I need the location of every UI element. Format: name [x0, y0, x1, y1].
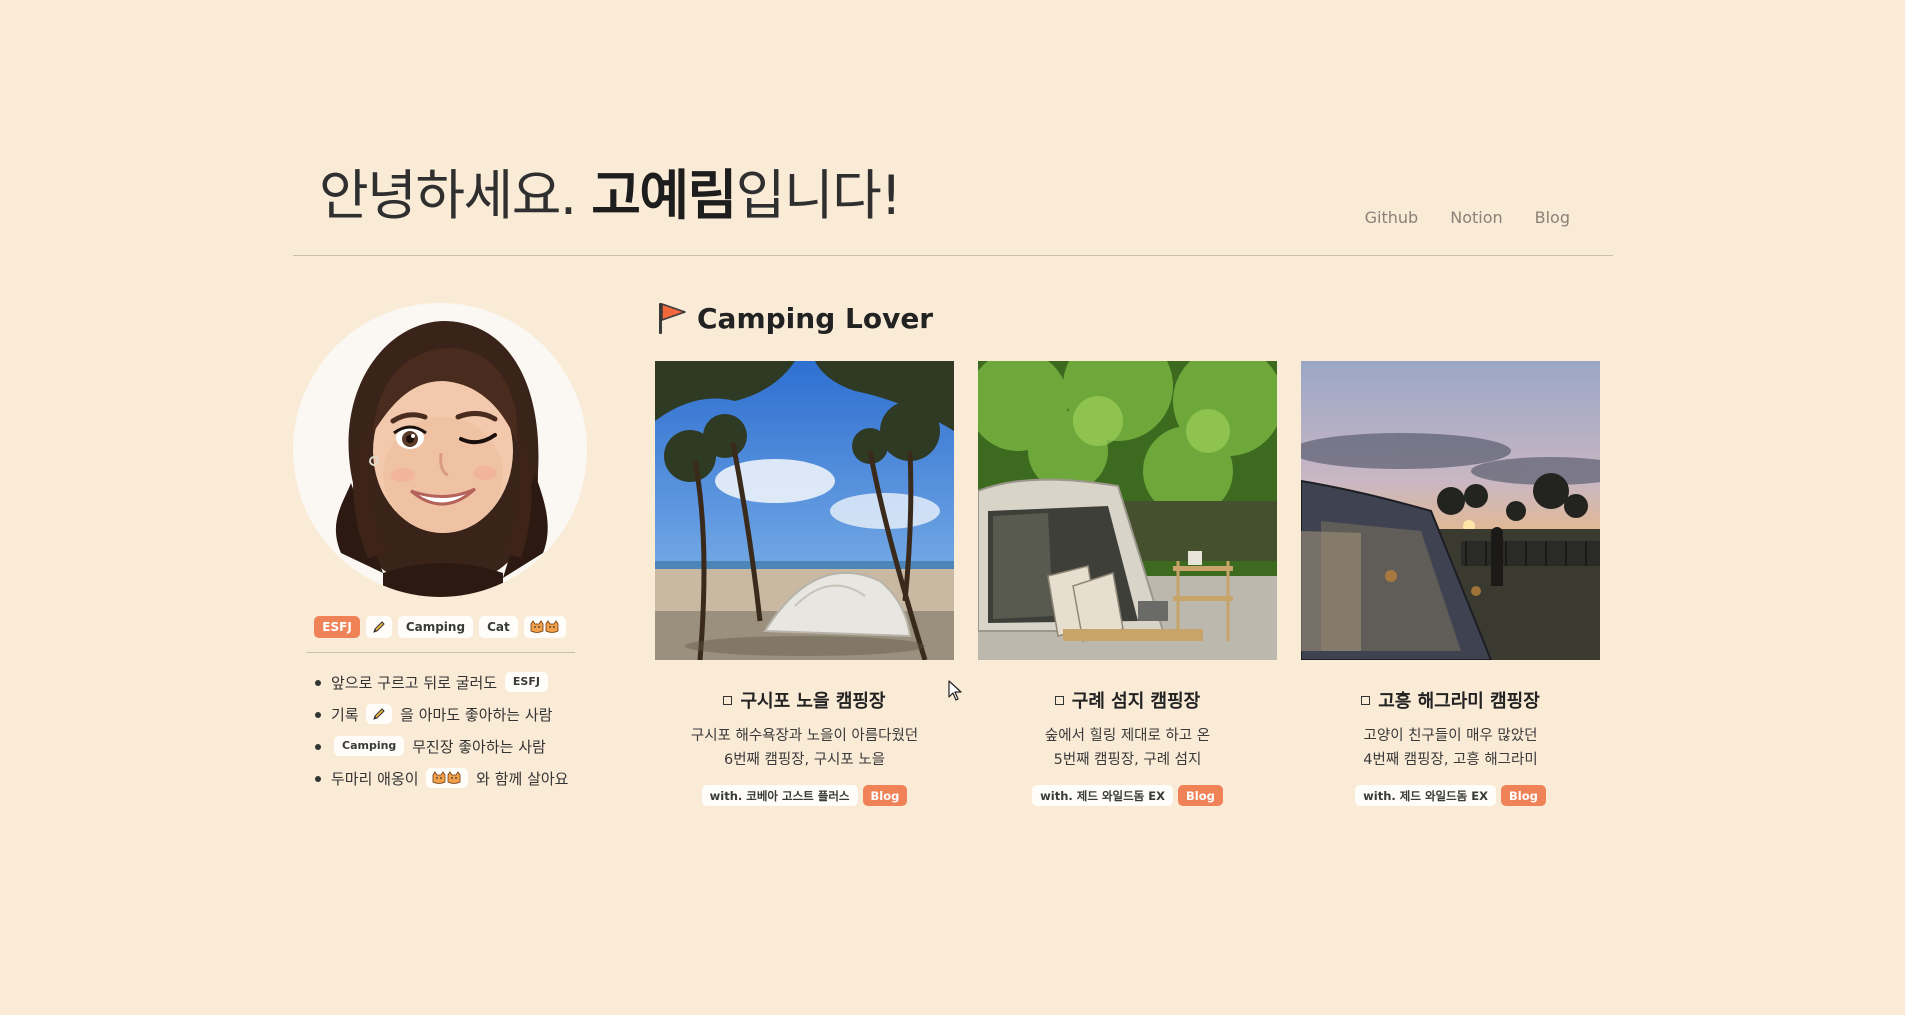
cats-icon — [523, 616, 566, 638]
blog-link[interactable]: Blog — [1501, 785, 1546, 806]
header-divider — [293, 255, 1613, 256]
card-title: 구시포 노을 캠핑장 — [655, 687, 954, 713]
square-icon — [1054, 695, 1064, 705]
camping-card: 구례 섬지 캠핑장 숲에서 힐링 제대로 하고 온 5번째 캠핑장, 구례 섬지… — [978, 361, 1277, 806]
card-description: 숲에서 힐링 제대로 하고 온 5번째 캠핑장, 구례 섬지 — [1044, 728, 1211, 768]
card-meta: with. 제드 와일드돔 EX Blog — [978, 785, 1277, 806]
tag-camping: Camping — [397, 616, 474, 638]
square-icon — [723, 695, 733, 705]
card-description: 고양이 친구들이 매우 많았던 4번째 캠핑장, 고흥 해그라미 — [1363, 728, 1538, 768]
list-item: Camping 무진장 좋아하는 사람 — [313, 731, 587, 763]
list-item: 앞으로 구르고 뒤로 굴러도 ESFJ — [313, 667, 587, 699]
cats-icon — [426, 767, 469, 788]
memoji-avatar — [335, 321, 548, 597]
card-description: 구시포 해수욕장과 노을이 아름다웠던 6번째 캠핑장, 구시포 노을 — [690, 728, 919, 768]
blog-link[interactable]: Blog — [862, 785, 908, 806]
photo-goheung[interactable] — [1301, 361, 1600, 660]
tag-esfj: ESFJ — [314, 616, 360, 638]
page-title: 안녕하세요. 고예림입니다! — [319, 164, 902, 227]
flag-icon — [659, 303, 686, 334]
camping-card: 고흥 해그라미 캠핑장 고양이 친구들이 매우 많았던 4번째 캠핑장, 고흥 … — [1301, 361, 1600, 806]
square-icon — [1361, 695, 1371, 705]
mouse-cursor-icon — [948, 680, 962, 701]
card-meta: with. 코베아 고스트 플러스 Blog — [655, 785, 954, 806]
camping-cards: 구시포 노을 캠핑장 구시포 해수욕장과 노을이 아름다웠던 6번째 캠핑장, … — [655, 361, 1600, 806]
nav-blog-link[interactable]: Blog — [1535, 208, 1570, 227]
tag-cat: Cat — [479, 616, 518, 638]
top-nav: Github Notion Blog — [1365, 208, 1570, 227]
blog-link[interactable]: Blog — [1178, 785, 1223, 806]
gear-tag: with. 제드 와일드돔 EX — [1032, 785, 1173, 806]
page: 안녕하세요. 고예림입니다! Github Notion Blog ESFJ C… — [0, 0, 1905, 1015]
list-item: 두마리 애옹이 와 함께 살아요 — [313, 763, 587, 795]
section-title: Camping Lover — [655, 300, 933, 336]
nav-github-link[interactable]: Github — [1365, 208, 1419, 227]
card-meta: with. 제드 와일드돔 EX Blog — [1301, 785, 1600, 806]
header: 안녕하세요. 고예림입니다! Github Notion Blog — [293, 160, 1613, 256]
card-title: 구례 섬지 캠핑장 — [978, 687, 1277, 713]
about-list: 앞으로 구르고 뒤로 굴러도 ESFJ 기록 을 아마도 좋아하는 사람 Cam… — [293, 667, 587, 795]
profile: ESFJ Camping Cat 앞으로 구르고 뒤로 굴러도 ESFJ 기록 … — [293, 303, 587, 795]
gear-tag: with. 제드 와일드돔 EX — [1355, 785, 1496, 806]
profile-tags: ESFJ Camping Cat — [293, 616, 587, 638]
photo-gusipo[interactable] — [655, 361, 954, 660]
avatar — [293, 303, 587, 597]
list-item: 기록 을 아마도 좋아하는 사람 — [313, 699, 587, 731]
pencil-icon — [366, 703, 393, 724]
photo-gurye[interactable] — [978, 361, 1277, 660]
tag-camping: Camping — [334, 735, 405, 756]
nav-notion-link[interactable]: Notion — [1450, 208, 1502, 227]
gear-tag: with. 코베아 고스트 플러스 — [701, 785, 858, 806]
card-title: 고흥 해그라미 캠핑장 — [1301, 687, 1600, 713]
tag-esfj: ESFJ — [504, 671, 548, 692]
tags-divider — [305, 652, 575, 653]
camping-card: 구시포 노을 캠핑장 구시포 해수욕장과 노을이 아름다웠던 6번째 캠핑장, … — [655, 361, 954, 806]
name-highlight: 고예림 — [591, 164, 737, 227]
pencil-icon — [365, 616, 392, 638]
